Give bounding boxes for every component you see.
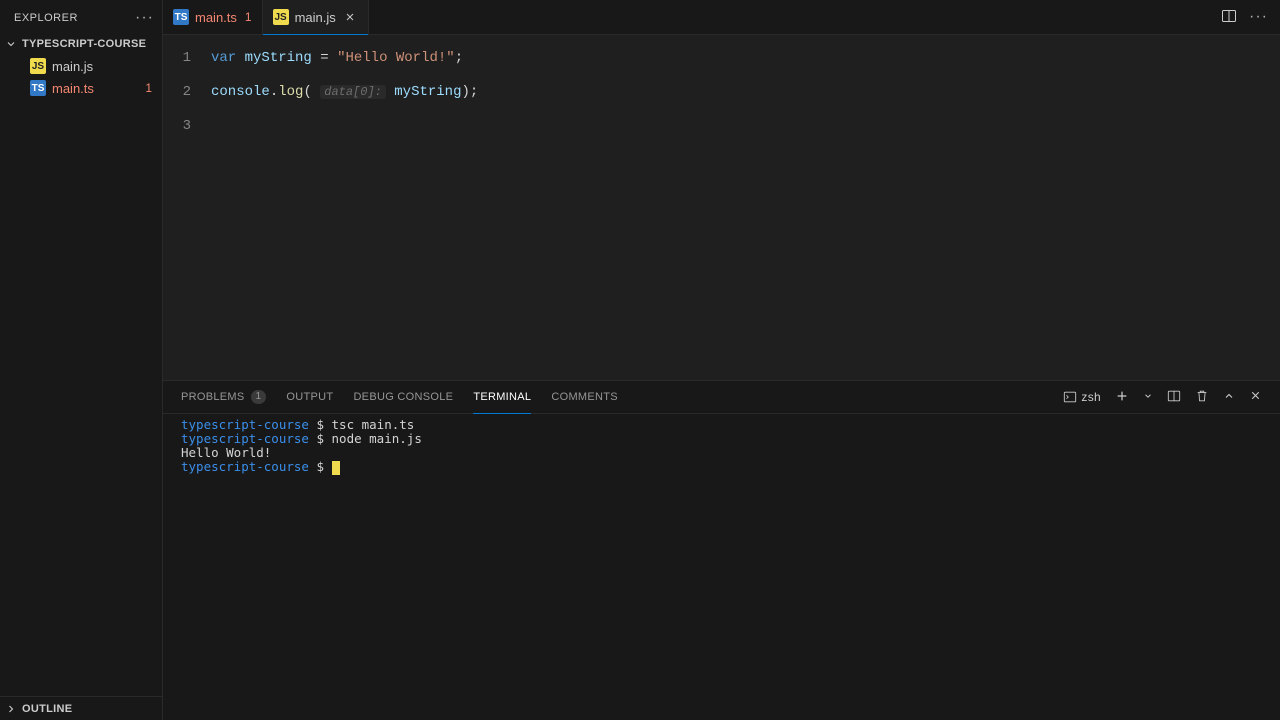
ptab-label: OUTPUT (286, 391, 333, 403)
split-editor-icon[interactable] (1221, 8, 1237, 27)
tab-spacer (369, 0, 1209, 34)
panel-tab-debug-console[interactable]: DEBUG CONSOLE (353, 381, 453, 413)
file-tree: JS main.js TS main.ts 1 (0, 53, 162, 99)
code-line-1: 1 var myString = "Hello World!"; (163, 41, 1280, 75)
folder-header[interactable]: TYPESCRIPT-COURSE (0, 35, 162, 53)
code-line-2: 2 console.log( data[0]: myString); (163, 75, 1280, 109)
tab-label: main.js (295, 10, 336, 25)
file-main-js[interactable]: JS main.js (0, 55, 162, 77)
line-number: 1 (163, 41, 211, 75)
inlay-hint: data[0]: (320, 85, 386, 99)
error-count-badge: 1 (145, 81, 152, 95)
panel-tab-bar: PROBLEMS 1 OUTPUT DEBUG CONSOLE TERMINAL… (163, 381, 1280, 414)
error-count-badge: 1 (245, 10, 252, 24)
file-name: main.ts (52, 81, 94, 96)
new-terminal-icon[interactable] (1115, 389, 1129, 406)
tab-main-ts[interactable]: TS main.ts 1 (163, 0, 263, 34)
ts-file-icon: TS (30, 80, 46, 96)
problems-count-badge: 1 (251, 390, 267, 404)
trash-icon[interactable] (1195, 389, 1209, 406)
code-line-3: 3 (163, 109, 1280, 143)
close-icon[interactable] (342, 9, 358, 25)
code-content: var myString = "Hello World!"; (211, 41, 463, 75)
js-file-icon: JS (30, 58, 46, 74)
panel-tab-problems[interactable]: PROBLEMS 1 (181, 381, 266, 413)
ts-file-icon: TS (173, 9, 189, 25)
close-panel-icon[interactable] (1249, 389, 1262, 405)
chevron-down-icon[interactable] (1143, 391, 1153, 404)
ptab-label: TERMINAL (473, 391, 531, 403)
tab-main-js[interactable]: JS main.js (263, 0, 369, 34)
panel-tab-terminal[interactable]: TERMINAL (473, 381, 531, 413)
folder-name: TYPESCRIPT-COURSE (22, 38, 146, 50)
chevron-down-icon (4, 37, 18, 51)
file-main-ts[interactable]: TS main.ts 1 (0, 77, 162, 99)
terminal-output: Hello World! (181, 446, 1262, 460)
ellipsis-icon[interactable]: ··· (135, 9, 154, 27)
outline-section[interactable]: OUTLINE (0, 696, 162, 720)
split-terminal-icon[interactable] (1167, 389, 1181, 406)
terminal-line: typescript-course $ tsc main.ts (181, 418, 1262, 432)
terminal[interactable]: typescript-course $ tsc main.ts typescri… (163, 414, 1280, 720)
bottom-panel: PROBLEMS 1 OUTPUT DEBUG CONSOLE TERMINAL… (163, 380, 1280, 720)
chevron-right-icon (4, 702, 18, 716)
explorer-sidebar: EXPLORER ··· TYPESCRIPT-COURSE JS main.j… (0, 0, 163, 720)
terminal-shell-indicator[interactable]: zsh (1063, 390, 1101, 404)
chevron-up-icon[interactable] (1223, 390, 1235, 405)
explorer-header: EXPLORER ··· (0, 0, 162, 35)
tab-bar: TS main.ts 1 JS main.js ··· (163, 0, 1280, 35)
code-content: console.log( data[0]: myString); (211, 75, 478, 109)
js-file-icon: JS (273, 9, 289, 25)
code-editor[interactable]: 1 var myString = "Hello World!"; 2 conso… (163, 35, 1280, 380)
line-number: 3 (163, 109, 211, 143)
explorer-title: EXPLORER (14, 12, 78, 24)
ptab-label: DEBUG CONSOLE (353, 391, 453, 403)
tab-label: main.ts (195, 10, 237, 25)
line-number: 2 (163, 75, 211, 109)
terminal-prompt-line: typescript-course $ (181, 460, 1262, 475)
cursor-icon (332, 461, 340, 475)
main-area: TS main.ts 1 JS main.js ··· 1 var myStri… (163, 0, 1280, 720)
terminal-line: typescript-course $ node main.js (181, 432, 1262, 446)
editor-actions: ··· (1209, 0, 1280, 34)
outline-label: OUTLINE (22, 703, 72, 715)
ellipsis-icon[interactable]: ··· (1249, 8, 1268, 26)
shell-name: zsh (1081, 390, 1101, 404)
panel-tab-comments[interactable]: COMMENTS (551, 381, 618, 413)
file-name: main.js (52, 59, 93, 74)
ptab-label: COMMENTS (551, 391, 618, 403)
ptab-label: PROBLEMS (181, 391, 245, 403)
panel-tab-output[interactable]: OUTPUT (286, 381, 333, 413)
panel-actions: zsh (1063, 389, 1262, 406)
